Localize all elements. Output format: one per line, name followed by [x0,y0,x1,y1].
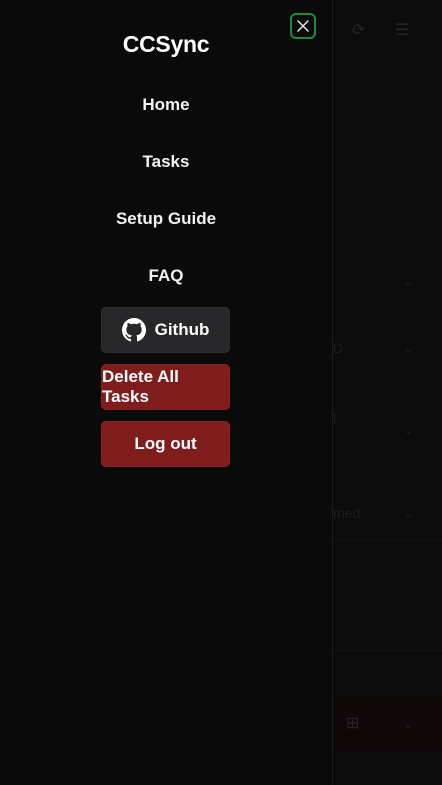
chevron-down-icon: ⌄ [403,274,414,289]
delete-all-tasks-label: Delete All Tasks [102,367,179,406]
sync-icon: ⟳ [352,22,366,39]
chevron-down-icon: ⌄ [403,340,414,355]
app-brand-title: CCSync [122,31,210,57]
nav-link-setup-guide[interactable]: Setup Guide [0,209,332,229]
github-button[interactable]: Github [101,307,230,353]
delete-all-tasks-button[interactable]: Delete All Tasks [101,364,230,410]
nav-link-home[interactable]: Home [0,95,332,115]
chevron-down-icon: ⌄ [403,716,414,731]
background-row-text: med [333,505,361,521]
app-window: ⟳ ☰ ⌄ D ⌄ t ⌄ med ⌄ ⊞ ⌄ CCSync Home Task… [0,0,442,785]
background-row-text: t [333,410,337,426]
background-divider [333,650,442,651]
github-button-label: Github [154,320,210,339]
nav-link-tasks[interactable]: Tasks [0,152,332,172]
background-divider [333,540,442,541]
filter-icon: ⊞ [346,715,360,732]
logout-label: Log out [134,434,197,453]
chevron-down-icon: ⌄ [403,505,414,520]
github-icon [121,318,146,342]
logout-button[interactable]: Log out [101,421,230,467]
chevron-down-icon: ⌄ [403,422,414,437]
nav-link-faq[interactable]: FAQ [0,266,332,286]
background-row-text: D [333,340,344,356]
menu-icon: ☰ [395,22,410,39]
side-drawer: CCSync Home Tasks Setup Guide FAQ Github… [0,0,333,785]
background-app-overlay: ⟳ ☰ ⌄ D ⌄ t ⌄ med ⌄ ⊞ ⌄ [333,0,442,785]
